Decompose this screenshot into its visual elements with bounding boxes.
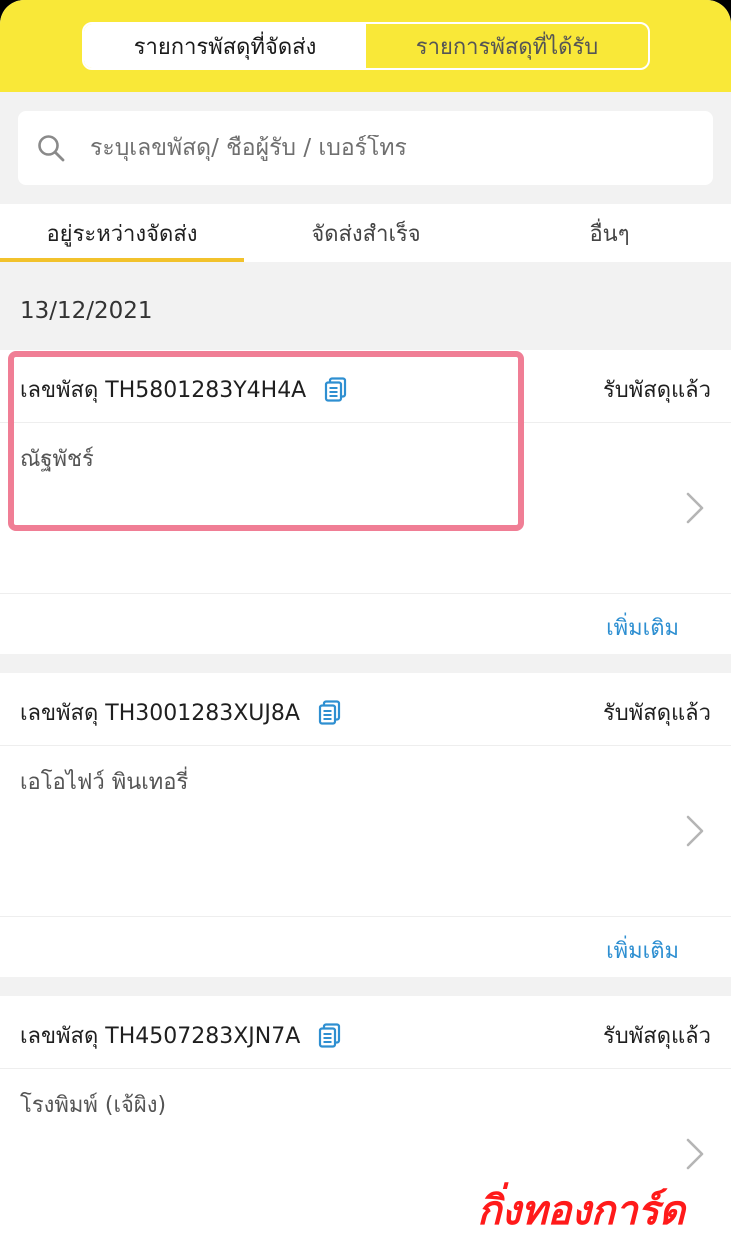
parcel-card-header: เลขพัสดุ TH4507283XJN7A รับพัสดุแล้ว [0,996,731,1069]
tracking-number-row: เลขพัสดุ TH5801283Y4H4A [20,372,348,407]
tab-other[interactable]: อื่นๆ [488,204,731,262]
copy-icon[interactable] [318,699,342,726]
tracking-number-row: เลขพัสดุ TH3001283XUJ8A [20,695,342,730]
tab-delivered[interactable]: จัดส่งสำเร็จ [244,204,488,262]
tracking-number: เลขพัสดุ TH5801283Y4H4A [20,378,307,403]
header-bar: รายการพัสดุที่จัดส่ง รายการพัสดุที่ได้รั… [0,0,731,92]
watermark-logo: กิ่งทองการ์ด [477,1187,685,1234]
segment-control: รายการพัสดุที่จัดส่ง รายการพัสดุที่ได้รั… [82,22,650,70]
copy-icon[interactable] [324,376,348,403]
search-box[interactable] [18,111,713,185]
search-input[interactable] [90,135,650,161]
copy-icon[interactable] [318,1022,342,1049]
parcel-card-header: เลขพัสดุ TH5801283Y4H4A รับพัสดุแล้ว [0,350,731,423]
search-icon [38,135,65,162]
search-area [0,92,731,204]
status-label: รับพัสดุแล้ว [602,701,711,726]
parcel-card[interactable]: เลขพัสดุ TH5801283Y4H4A รับพัสดุแล้ว ณัฐ… [0,350,731,654]
parcel-card-footer: เพิ่มเติม [0,594,731,654]
parcel-card-footer: เพิ่มเติม [0,917,731,977]
more-details-link[interactable]: เพิ่มเติม [606,933,679,968]
status-tabs: อยู่ระหว่างจัดส่ง จัดส่งสำเร็จ อื่นๆ [0,204,731,262]
parcel-card[interactable]: เลขพัสดุ TH3001283XUJ8A รับพัสดุแล้ว เอโ… [0,673,731,977]
app-screen: รายการพัสดุที่จัดส่ง รายการพัสดุที่ได้รั… [0,0,731,1250]
segment-received-parcels[interactable]: รายการพัสดุที่ได้รับ [366,24,648,68]
recipient-name: โรงพิมพ์ (เจ้ผิง) [20,1093,167,1118]
segment-sent-parcels[interactable]: รายการพัสดุที่จัดส่ง [84,24,366,68]
status-label: รับพัสดุแล้ว [602,1024,711,1049]
tracking-number: เลขพัสดุ TH3001283XUJ8A [20,701,300,726]
parcel-card-body[interactable]: เอโอไฟว์ พินเทอรี่ [0,746,731,917]
chevron-right-icon[interactable] [685,491,705,525]
tracking-number: เลขพัสดุ TH4507283XJN7A [20,1024,301,1049]
recipient-name: เอโอไฟว์ พินเทอรี่ [20,770,189,795]
chevron-right-icon[interactable] [685,1137,705,1171]
tab-in-transit[interactable]: อยู่ระหว่างจัดส่ง [0,204,244,262]
status-label: รับพัสดุแล้ว [602,378,711,403]
parcel-card-body[interactable]: ณัฐพัชร์ [0,423,731,594]
date-header: 13/12/2021 [20,298,153,324]
parcel-card-header: เลขพัสดุ TH3001283XUJ8A รับพัสดุแล้ว [0,673,731,746]
chevron-right-icon[interactable] [685,814,705,848]
recipient-name: ณัฐพัชร์ [20,447,94,472]
tracking-number-row: เลขพัสดุ TH4507283XJN7A [20,1018,342,1053]
more-details-link[interactable]: เพิ่มเติม [606,610,679,645]
